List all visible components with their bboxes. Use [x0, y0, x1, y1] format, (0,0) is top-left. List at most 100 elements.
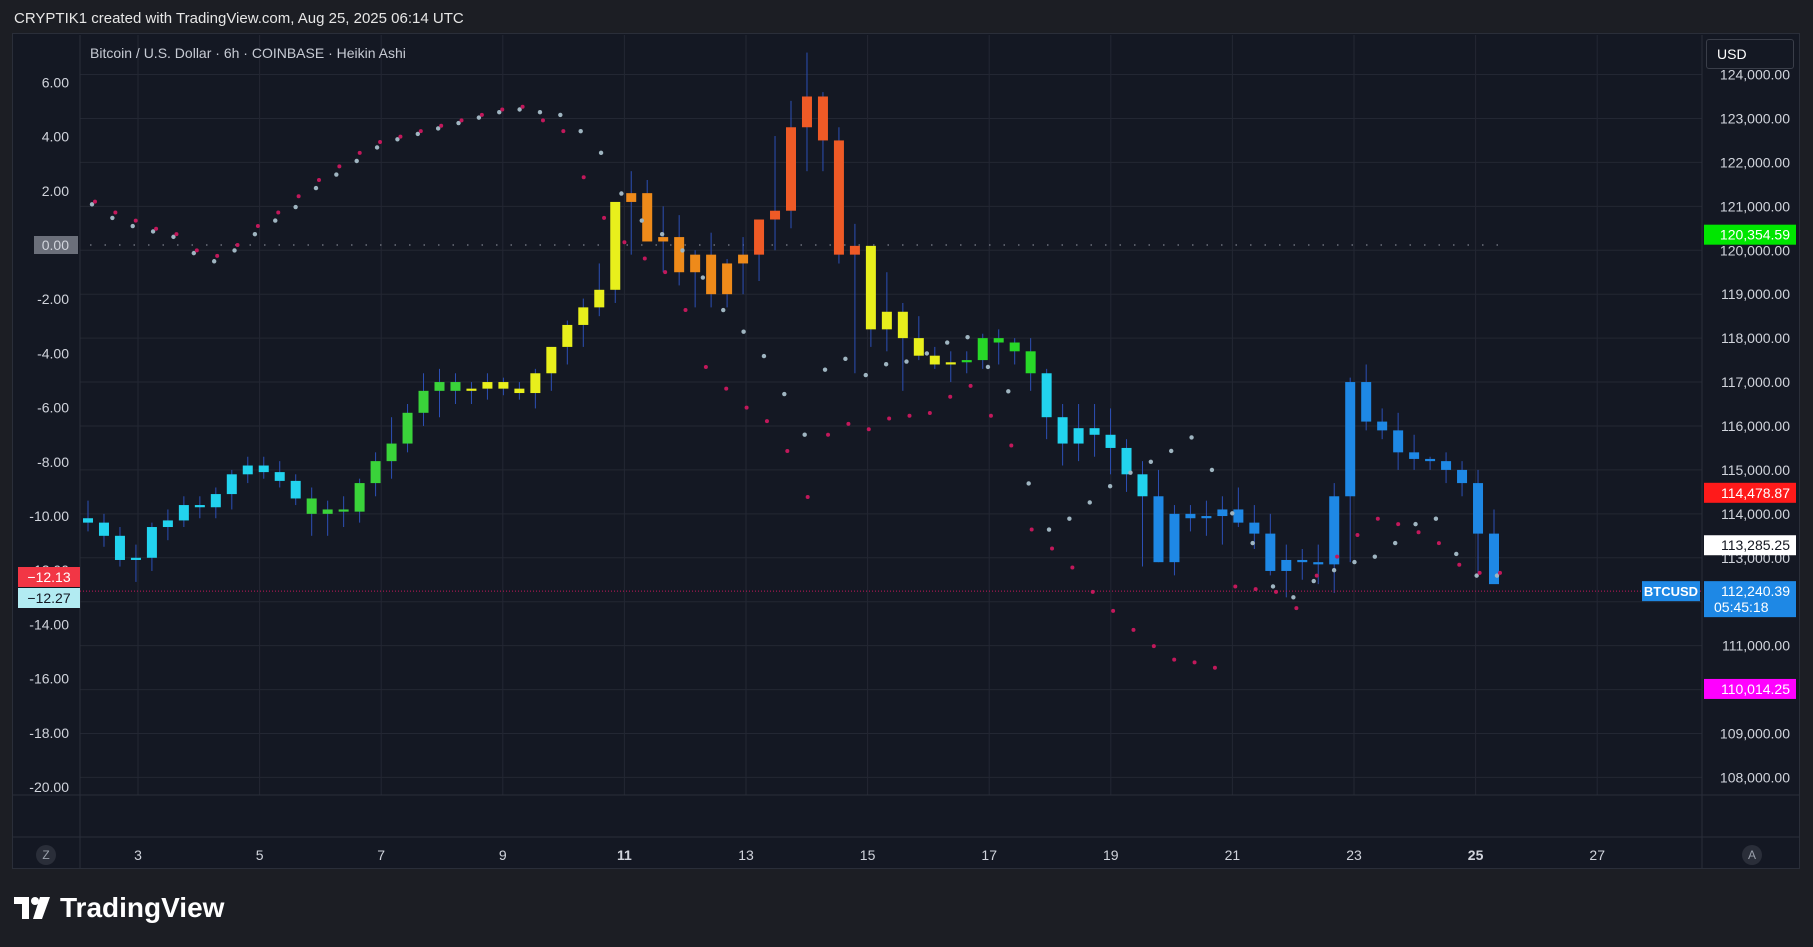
- symbol-tag: BTCUSD: [1644, 584, 1698, 599]
- chart-title: Bitcoin / U.S. Dollar · 6h · COINBASE · …: [90, 45, 406, 61]
- candle-body: [1425, 458, 1436, 462]
- price-tick-label: 118,000.00: [1721, 330, 1790, 346]
- time-zone-button[interactable]: Z: [36, 845, 56, 865]
- candle-body: [562, 324, 573, 347]
- oscillator-dot-upper: [1026, 481, 1031, 486]
- price-label: 113,285.25: [1704, 535, 1796, 556]
- candles: [83, 52, 1499, 598]
- oscillator-dot-lower: [93, 199, 97, 204]
- candle-body: [754, 219, 765, 255]
- candle-body: [1137, 474, 1148, 497]
- oscillator-dot-upper: [659, 231, 665, 237]
- candle-body: [770, 210, 781, 220]
- oscillator-dot-upper: [863, 372, 868, 378]
- oscillator-dot-upper: [843, 356, 848, 362]
- oscillator-dot-upper: [1107, 483, 1113, 489]
- candle-body: [722, 263, 733, 295]
- oscillator-dot-upper: [537, 110, 543, 115]
- oscillator-dot-upper: [822, 367, 828, 372]
- price-tick-label: 123,000.00: [1720, 110, 1790, 126]
- candle-body: [370, 461, 381, 484]
- oscillator-tick-label: -4.00: [37, 345, 69, 361]
- candle-body: [1345, 382, 1356, 497]
- oscillator-dot-lower: [1233, 584, 1238, 589]
- candle-body: [1265, 533, 1276, 571]
- oscillator-dot-lower: [378, 140, 383, 145]
- oscillator-dot-lower: [520, 104, 525, 109]
- candle-body: [1313, 562, 1324, 565]
- candle-body: [1281, 559, 1292, 571]
- oscillator-dot-lower: [805, 495, 810, 500]
- candle-body: [1169, 513, 1180, 563]
- currency-selector[interactable]: USD: [1706, 39, 1794, 69]
- time-tick-label: 9: [499, 847, 507, 863]
- tradingview-logo: TradingView: [14, 892, 224, 924]
- candle-body: [865, 245, 876, 330]
- price-label: 114,478.87: [1704, 482, 1796, 503]
- oscillator-dot-lower: [1253, 587, 1258, 592]
- auto-scale-button[interactable]: A: [1742, 845, 1762, 865]
- candle-body: [274, 472, 285, 481]
- oscillator-dot-lower: [1131, 627, 1136, 632]
- oscillator-dot-upper: [1148, 459, 1154, 464]
- candle-body: [1025, 351, 1036, 374]
- price-label-text: 114,478.87: [1721, 485, 1790, 501]
- candle-body: [482, 382, 493, 389]
- oscillator-dot-lower: [235, 243, 240, 247]
- oscillator-dot-upper: [1087, 500, 1092, 505]
- tradingview-brand: TradingView: [60, 892, 225, 923]
- oscillator-dot-upper: [619, 191, 624, 196]
- candle-body: [738, 254, 749, 264]
- candle-body: [1361, 382, 1372, 422]
- oscillator-dot-upper: [1189, 435, 1194, 440]
- time-tick-label: 5: [256, 847, 264, 863]
- candle-body: [1185, 513, 1196, 519]
- chart-canvas[interactable]: Bitcoin / U.S. Dollar · 6h · COINBASE · …: [0, 0, 1813, 947]
- candle-body: [1153, 496, 1164, 563]
- oscillator-tick-label: -18.00: [29, 725, 69, 741]
- oscillator-dot-upper: [1433, 516, 1439, 521]
- oscillator-dot-lower: [215, 253, 220, 258]
- candle-body: [801, 96, 812, 128]
- oscillator-tick-label: 0.00: [42, 237, 69, 253]
- price-label-text: 110,014.25: [1721, 681, 1790, 697]
- oscillator-dot-upper: [1331, 568, 1337, 573]
- candle-body: [194, 505, 205, 508]
- oscillator-dot-lower: [1498, 570, 1502, 575]
- oscillator-dot-lower: [1314, 573, 1319, 578]
- oscillator-dot-lower: [927, 411, 932, 416]
- oscillator-dot-upper: [680, 248, 685, 253]
- time-tick-label: 3: [134, 847, 142, 863]
- oscillator-dot-upper: [1128, 470, 1133, 475]
- price-label-text: 113,285.25: [1721, 537, 1790, 553]
- candle-body: [674, 237, 685, 273]
- oscillator-dot-upper: [1392, 540, 1398, 546]
- oscillator-dot-upper: [558, 112, 563, 118]
- oscillator-tick-label: -16.00: [29, 671, 69, 687]
- oscillator-label: −12.27: [18, 588, 80, 608]
- oscillator-dot-upper: [354, 158, 359, 164]
- oscillator-dot-lower: [337, 164, 342, 169]
- candle-body: [498, 382, 509, 389]
- oscillator-dot-upper: [374, 145, 380, 150]
- oscillator-dot-upper: [232, 248, 237, 253]
- price-tick-label: 119,000.00: [1721, 286, 1790, 302]
- candle-body: [1441, 461, 1452, 470]
- oscillator-dot-lower: [113, 210, 118, 215]
- candle-body: [306, 498, 317, 514]
- candle-body: [322, 509, 333, 514]
- oscillator-dot-lower: [907, 413, 912, 418]
- candle-body: [546, 346, 557, 374]
- time-tick-label: 21: [1225, 847, 1241, 863]
- time-tick-label: 7: [377, 847, 385, 863]
- oscillator-dot-upper: [1169, 448, 1174, 454]
- oscillator-dot-lower: [154, 226, 159, 231]
- price-tick-label: 111,000.00: [1722, 638, 1790, 654]
- candle-body: [242, 465, 253, 475]
- oscillator-dot-lower: [948, 394, 953, 399]
- oscillator-dot-upper: [924, 351, 930, 356]
- oscillator-tick-label: -6.00: [37, 400, 69, 416]
- oscillator-dot-lower: [276, 210, 281, 215]
- oscillator-dot-lower: [316, 177, 321, 182]
- oscillator-tick-label: 2.00: [42, 183, 69, 199]
